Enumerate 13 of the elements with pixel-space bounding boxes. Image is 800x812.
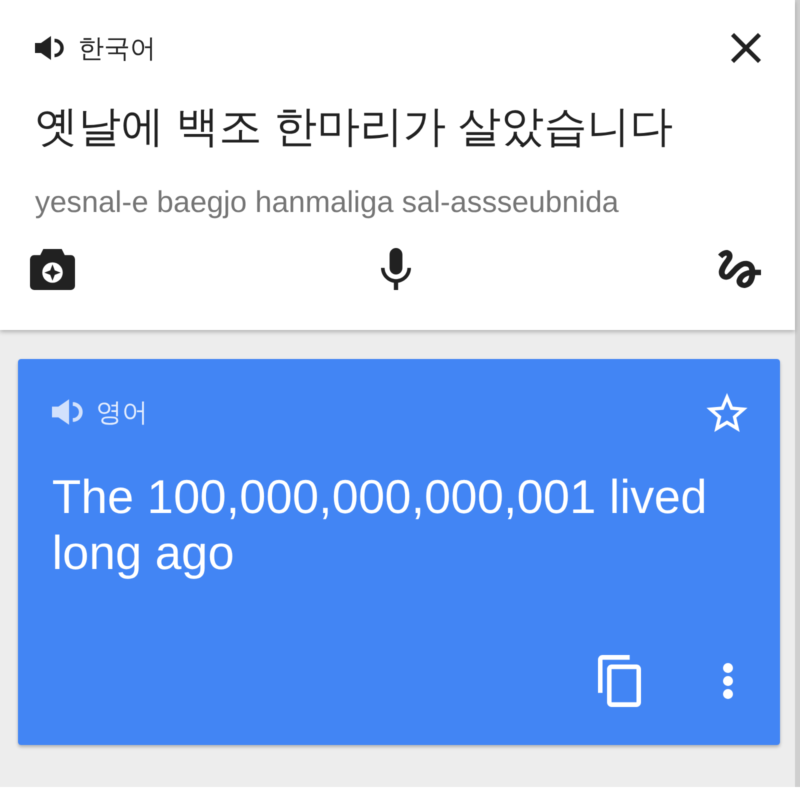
more-options-icon[interactable]: [723, 663, 733, 699]
speaker-icon[interactable]: [35, 36, 65, 60]
target-language-label: 영어: [96, 397, 148, 427]
microphone-icon[interactable]: [380, 248, 410, 290]
close-icon[interactable]: [731, 33, 761, 63]
source-language-label: 한국어: [78, 33, 156, 63]
handwriting-icon[interactable]: [718, 250, 761, 288]
camera-icon[interactable]: [30, 248, 75, 290]
star-icon[interactable]: [706, 392, 748, 432]
translation-text: The 100,000,000,000,001 lived long ago: [52, 470, 708, 582]
source-text: 옛날에 백조 한마리가 살았습니다: [35, 102, 674, 153]
romanization-text: yesnal-e baegjo hanmaliga sal-assseubnida: [35, 186, 620, 220]
copy-icon[interactable]: [598, 655, 641, 707]
